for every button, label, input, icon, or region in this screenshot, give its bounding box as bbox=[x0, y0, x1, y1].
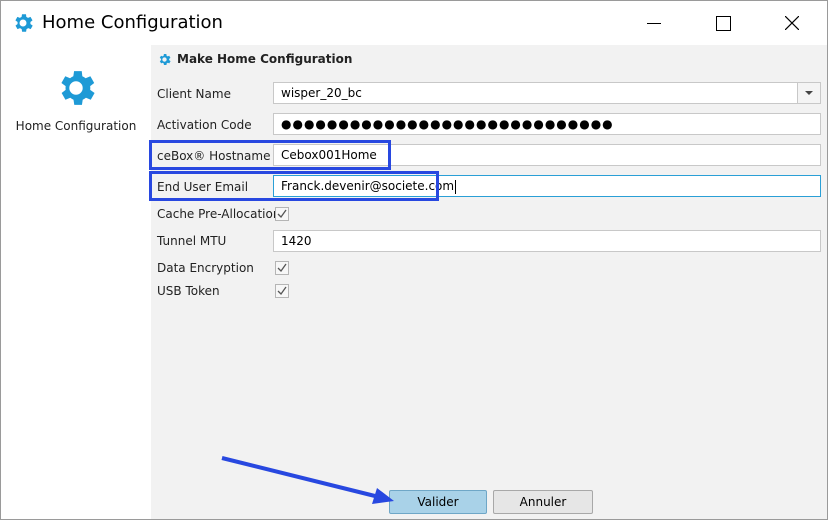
usb-token-checkbox[interactable] bbox=[275, 284, 289, 298]
encryption-checkbox[interactable] bbox=[275, 261, 289, 275]
cache-checkbox[interactable] bbox=[275, 207, 289, 221]
activation-code-value: ●●●●●●●●●●●●●●●●●●●●●●●●●●●●● bbox=[281, 117, 614, 131]
client-name-dropdown-button[interactable] bbox=[797, 83, 820, 103]
check-icon bbox=[277, 263, 287, 273]
minimize-button[interactable] bbox=[621, 1, 687, 45]
mtu-field[interactable]: 1420 bbox=[273, 230, 821, 252]
client-name-value: wisper_20_bc bbox=[281, 86, 362, 100]
gear-icon bbox=[15, 14, 33, 32]
email-highlight-box bbox=[149, 171, 439, 201]
client-name-label: Client Name bbox=[157, 87, 231, 101]
mtu-label: Tunnel MTU bbox=[157, 234, 227, 248]
check-icon bbox=[277, 286, 287, 296]
hostname-highlight-box bbox=[149, 140, 391, 170]
mtu-value: 1420 bbox=[281, 234, 312, 248]
cache-label: Cache Pre-Allocation bbox=[157, 207, 281, 221]
usb-token-label: USB Token bbox=[157, 284, 220, 298]
maximize-icon bbox=[716, 16, 731, 31]
client-name-combobox[interactable]: wisper_20_bc bbox=[273, 82, 821, 104]
sidebar-item-home-configuration[interactable]: Home Configuration bbox=[1, 45, 151, 149]
activation-code-label: Activation Code bbox=[157, 118, 252, 132]
minimize-icon bbox=[647, 23, 661, 24]
text-caret bbox=[455, 179, 457, 194]
activation-code-field[interactable]: ●●●●●●●●●●●●●●●●●●●●●●●●●●●●● bbox=[273, 113, 821, 135]
sidebar: Home Configuration bbox=[1, 45, 151, 519]
form-title: Make Home Configuration bbox=[177, 52, 353, 66]
close-button[interactable] bbox=[759, 1, 825, 45]
title-bar: Home Configuration bbox=[1, 1, 827, 45]
gear-icon bbox=[61, 71, 95, 105]
maximize-button[interactable] bbox=[689, 1, 755, 45]
gear-icon bbox=[159, 54, 171, 65]
sidebar-item-label: Home Configuration bbox=[15, 119, 137, 133]
close-icon bbox=[785, 16, 799, 30]
valider-button[interactable]: Valider bbox=[389, 490, 487, 514]
chevron-down-icon bbox=[805, 91, 813, 95]
check-icon bbox=[277, 209, 287, 219]
window-title: Home Configuration bbox=[42, 12, 223, 33]
annuler-button[interactable]: Annuler bbox=[493, 490, 593, 514]
dialog-window: Home Configuration Home Configuration Ma… bbox=[0, 0, 828, 520]
form-panel: Make Home Configuration Client Name wisp… bbox=[149, 45, 827, 519]
encryption-label: Data Encryption bbox=[157, 261, 254, 275]
